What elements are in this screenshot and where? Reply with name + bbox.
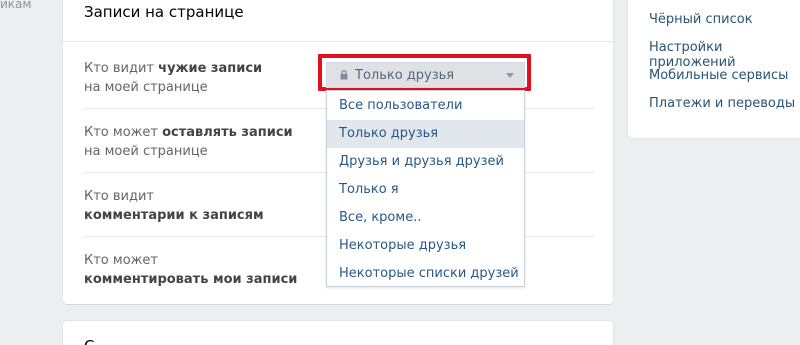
- option-all-except[interactable]: Все, кроме..: [327, 204, 524, 232]
- row-label-view-comments: Кто видит комментарии к записям: [84, 189, 264, 223]
- panel-divider: [63, 41, 613, 42]
- menu-item-app-settings[interactable]: Настройки приложений: [649, 40, 800, 70]
- next-section-title: С: [84, 337, 94, 345]
- row-label-who-can-post: Кто может оставлять записи на моей стран…: [84, 125, 293, 159]
- option-some-friend-lists[interactable]: Некоторые списки друзей: [327, 260, 524, 288]
- option-some-friends[interactable]: Некоторые друзья: [327, 232, 524, 260]
- select-value: Только друзья: [355, 68, 455, 83]
- option-friends-only[interactable]: Только друзья: [327, 120, 524, 148]
- menu-item-mobile-services[interactable]: Мобильные сервисы: [649, 68, 788, 83]
- left-cut-text: икам: [0, 0, 32, 11]
- row-label-who-can-comment: Кто может комментировать мои записи: [84, 253, 298, 287]
- next-section-panel: С: [63, 321, 613, 345]
- row-label-view-others-posts: Кто видит чужие записи на моей странице: [84, 61, 263, 95]
- menu-item-payments[interactable]: Платежи и переводы: [649, 96, 795, 111]
- privacy-dropdown: Все пользователи Только друзья Друзья и …: [326, 90, 525, 287]
- lock-icon: [340, 70, 348, 80]
- panel-title: Записи на странице: [84, 3, 244, 21]
- option-friends-of-friends[interactable]: Друзья и друзья друзей: [327, 148, 524, 176]
- settings-right-menu: Чёрный список Настройки приложений Мобил…: [628, 0, 800, 138]
- chevron-down-icon: [506, 73, 514, 78]
- menu-item-blacklist[interactable]: Чёрный список: [649, 12, 753, 27]
- option-only-me[interactable]: Только я: [327, 176, 524, 204]
- option-all-users[interactable]: Все пользователи: [327, 92, 524, 120]
- privacy-select[interactable]: Только друзья: [326, 62, 525, 88]
